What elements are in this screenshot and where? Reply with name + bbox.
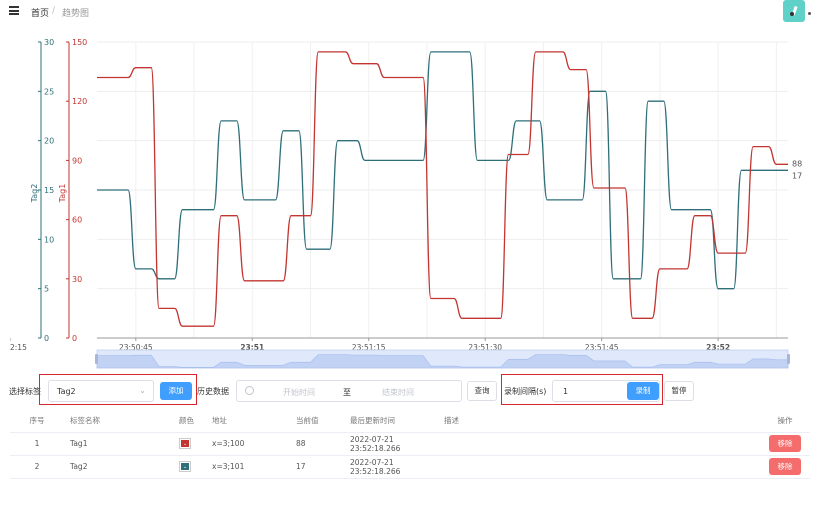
trend-chart-svg: 051015202530Tag20306090120150Tag123:50:4… [0,38,802,369]
range-separator: 至 [343,388,351,397]
highlight-box [39,374,197,405]
history-label: 历史数据 [197,387,229,396]
date-range-picker[interactable]: 开始时间 至 结束时间 [236,380,462,402]
user-avatar[interactable] [783,0,805,22]
pause-button[interactable]: 暂停 [664,381,694,401]
row-name: Tag1 [64,432,173,456]
row-color: ⌄ [173,455,206,479]
tag2-tick-label: 30 [44,38,54,47]
tag-table: 序号 标签名称 颜色 地址 当前值 最后更新时间 描述 操作 1 Tag1 ⌄ … [10,410,810,479]
col-name: 标签名称 [64,410,173,433]
top-bar: 首页 / 趋势图 [0,0,813,26]
row-description [438,455,760,479]
col-action: 操作 [760,410,810,433]
col-description: 描述 [438,410,760,433]
tag1-tick-label: 120 [72,97,87,106]
row-address: x=3;101 [206,455,290,479]
row-action: 移除 [760,432,810,456]
row-description [438,432,760,456]
col-updated: 最后更新时间 [344,410,438,433]
zoom-slider-selection [97,350,788,368]
row-index: 1 [10,432,64,456]
breadcrumb-home[interactable]: 首页 [31,6,49,19]
tag2-tick-label: 0 [44,334,49,343]
row-index: 2 [10,455,64,479]
tag1-series-line [96,51,788,327]
remove-button[interactable]: 移除 [769,458,801,475]
color-picker[interactable]: ⌄ [179,438,191,449]
tag2-tick-label: 20 [44,137,54,146]
table-header-row: 序号 标签名称 颜色 地址 当前值 最后更新时间 描述 操作 [10,410,810,433]
highlight-box [501,374,663,405]
tag2-tick-label: 25 [44,87,54,96]
tag1-axis-label: Tag1 [58,184,67,204]
zoom-handle-right [787,354,790,364]
tag1-tick-label: 90 [72,156,82,165]
table-row: 1 Tag1 ⌄ x=3;100 88 2022-07-21 23:52:18.… [10,432,810,456]
tag1-tick-label: 150 [72,38,87,47]
query-button[interactable]: 查询 [467,381,497,401]
zoom-handle-left [95,354,98,364]
dropdown-indicator-icon[interactable] [808,12,811,15]
color-picker[interactable]: ⌄ [179,461,191,472]
row-updated: 2022-07-21 23:52:18.266 [344,432,438,456]
col-index: 序号 [10,410,64,433]
table-row: 2 Tag2 ⌄ x=3;101 17 2022-07-21 23:52:18.… [10,455,810,479]
breadcrumb-separator: / [52,6,56,16]
remove-button[interactable]: 移除 [769,435,801,452]
tag2-end-label: 17 [792,171,802,180]
row-action: 移除 [760,455,810,479]
tag1-tick-label: 30 [72,275,82,284]
clock-icon [245,386,254,395]
end-time-input[interactable]: 结束时间 [382,387,414,398]
tag2-axis-label: Tag2 [30,184,39,204]
control-bar: 选择标签 Tag2 ⌄ 添加 历史数据 开始时间 至 结束时间 查询 录制间隔(… [0,374,813,405]
tag2-tick-label: 10 [44,235,54,244]
avatar-icon [790,5,798,16]
breadcrumb-current: 趋势图 [62,9,90,19]
select-tag-label: 选择标签 [9,387,41,396]
trend-chart: 0 5 10 15 20 25 30 Tag2 0 30 60 90 120 150 Tag1 23:50:4… [0,28,810,373]
tag2-series-line [97,51,788,290]
row-name: Tag2 [64,455,173,479]
tag2-tick-label: 15 [44,186,54,195]
tag1-end-label: 88 [792,159,802,168]
start-time-input[interactable]: 开始时间 [283,387,315,398]
col-address: 地址 [206,410,290,433]
tag1-tick-label: 60 [72,216,82,225]
row-address: x=3;100 [206,432,290,456]
col-value: 当前值 [290,410,344,433]
row-color: ⌄ [173,432,206,456]
menu-toggle-icon[interactable] [9,6,19,15]
col-color: 颜色 [173,410,206,433]
tag1-tick-label: 0 [72,334,77,343]
row-value: 17 [290,455,344,479]
row-updated: 2022-07-21 23:52:18.266 [344,455,438,479]
tag2-tick-label: 5 [44,285,49,294]
row-value: 88 [290,432,344,456]
x-tick-label: 23:52:15 [10,343,27,352]
